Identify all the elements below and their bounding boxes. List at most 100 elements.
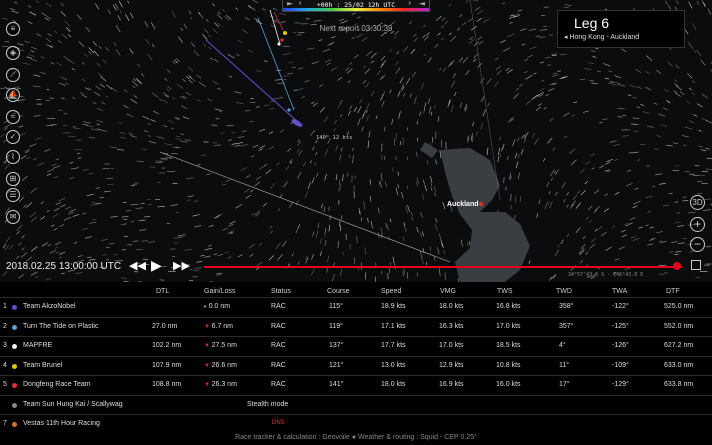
ranking-table: DTL Gain/Loss Status Course Speed VMG TWS TWD TW… bbox=[0, 282, 712, 445]
cell-course: 119° bbox=[329, 322, 343, 330]
skip-end-icon[interactable]: ⇥ bbox=[419, 0, 425, 8]
cell-dtf: 552.0 nm bbox=[664, 322, 694, 330]
table-row[interactable]: Team Sun Hung Kai / Scallywag Stealth mod… bbox=[0, 394, 712, 415]
step-forward-icon[interactable]: › bbox=[409, 0, 411, 7]
table-row[interactable]: 4 Team Brunel 107.9 nm ▼ 26.6 nm RAC 121° 13.0… bbox=[0, 355, 712, 376]
table-row[interactable]: 3 MAPFRE 102.2 nm ▼ 27.5 nm RAC 137° 17.7 kts 1… bbox=[0, 336, 712, 356]
cell-speed: 17.7 kts bbox=[381, 342, 406, 349]
zoom-in-icon[interactable]: + bbox=[690, 217, 705, 232]
mail-icon[interactable]: ✉ bbox=[6, 210, 20, 224]
boat-akzonobel[interactable] bbox=[291, 118, 304, 128]
cell-vmg: 16.3 kts bbox=[439, 322, 464, 330]
team-color-dot bbox=[12, 305, 17, 310]
team-name[interactable]: Vestas 11th Hour Racing bbox=[23, 420, 100, 427]
column-header-dtl[interactable]: DTL bbox=[156, 288, 169, 295]
team-name[interactable]: Dongfeng Race Team bbox=[23, 381, 91, 388]
boat-brunel[interactable] bbox=[283, 31, 287, 35]
fullscreen-icon[interactable] bbox=[691, 260, 701, 270]
cell-twd: 357° bbox=[559, 322, 574, 330]
cell-vmg: 17.0 kts bbox=[439, 342, 464, 349]
column-header-tws[interactable]: TWS bbox=[497, 288, 513, 295]
gain-loss-value: 26.6 nm bbox=[211, 361, 237, 369]
cell-twa: -122° bbox=[612, 303, 629, 310]
rank-number: 4 bbox=[3, 361, 7, 369]
column-header-twa[interactable]: TWA bbox=[612, 288, 627, 295]
team-color-dot bbox=[12, 324, 17, 330]
table-row[interactable]: 7 Vestas 11th Hour Racing DNS bbox=[0, 414, 712, 434]
column-header-dtf[interactable]: DTF bbox=[666, 288, 680, 295]
cell-tws: 10.8 kts bbox=[496, 361, 521, 369]
cell-gain-loss: ▼ 26.6 nm bbox=[204, 362, 237, 369]
cell-speed: 17.1 kts bbox=[381, 322, 406, 330]
table-row[interactable]: 2 Turn The Tide on Plastic 27.0 nm ▼ 6.7 nm… bbox=[0, 316, 712, 337]
cell-twd: 4° bbox=[559, 342, 566, 349]
stealth-mode-status: Stealth mode bbox=[247, 400, 289, 408]
rank-number: 5 bbox=[3, 381, 7, 388]
team-name[interactable]: MAPFRE bbox=[23, 342, 52, 349]
cell-status: RAC bbox=[271, 303, 286, 310]
playback-slider[interactable] bbox=[204, 266, 682, 268]
next-report-label: Next report 03:30:39 bbox=[319, 24, 393, 33]
forecast-time-bar[interactable]: ⇤ ‹ +00h : 25/02 12h UTC › ⇥ bbox=[282, 0, 430, 12]
boat-turnthetide[interactable] bbox=[287, 108, 291, 112]
column-header-twd[interactable]: TWD bbox=[556, 288, 572, 295]
ranking-icon[interactable]: ≡ bbox=[6, 22, 20, 36]
play-icon[interactable]: ▶ bbox=[151, 257, 162, 274]
menu-icon[interactable]: ☰ bbox=[6, 188, 20, 202]
gain-loss-value: 6.7 nm bbox=[211, 322, 234, 330]
team-name[interactable]: Team AkzoNobel bbox=[23, 303, 76, 310]
race-map[interactable]: ⇤ ‹ +00h : 25/02 12h UTC › ⇥ Next report… bbox=[0, 0, 712, 282]
boat-track-akzonobel bbox=[205, 39, 299, 123]
fast-forward-icon[interactable]: ▶▶ bbox=[173, 259, 190, 272]
cell-dtl: 27.0 nm bbox=[152, 322, 178, 330]
cell-tws: 16.0 kts bbox=[496, 381, 521, 388]
rank-number: 2 bbox=[3, 322, 7, 330]
team-name[interactable]: Turn The Tide on Plastic bbox=[23, 323, 98, 330]
rank-number: 1 bbox=[3, 303, 7, 310]
leg-info-panel[interactable]: Leg 6 ◂ Hong Kong - Auckland bbox=[557, 10, 685, 48]
column-header-vmg[interactable]: VMG bbox=[440, 288, 456, 295]
cell-dtl: 102.2 nm bbox=[152, 342, 182, 349]
column-header-status[interactable]: Status bbox=[271, 288, 291, 295]
table-row[interactable]: 5 Dongfeng Race Team 108.8 nm ▼ 26.3 nm RAC 1… bbox=[0, 375, 712, 395]
footer-credits: Race tracker & calculation : Geovoile ● … bbox=[235, 434, 477, 441]
team-name[interactable]: Team Brunel bbox=[23, 362, 62, 369]
leg-title: Leg 6 bbox=[574, 15, 610, 31]
chart-icon[interactable]: ⌇ bbox=[6, 150, 20, 164]
cell-twd: 11° bbox=[559, 361, 570, 369]
cell-dtl: 108.8 nm bbox=[152, 381, 182, 388]
playback-datetime: 2018.02.25 13:00:00 UTC bbox=[6, 261, 122, 272]
loss-arrow-icon: ▼ bbox=[204, 362, 212, 369]
cell-gain-loss: ▼ 27.5 nm bbox=[204, 342, 237, 349]
loss-arrow-icon: ▼ bbox=[204, 382, 212, 388]
wind-icon[interactable]: ≈ bbox=[6, 110, 20, 124]
cell-tws: 16.8 kts bbox=[496, 303, 521, 310]
team-color-dot bbox=[12, 383, 17, 388]
cell-status: RAC bbox=[271, 322, 286, 330]
check-icon[interactable]: ✓ bbox=[6, 130, 20, 144]
column-header-gain-loss[interactable]: Gain/Loss bbox=[204, 288, 236, 295]
grid-icon[interactable]: ⊞ bbox=[6, 172, 20, 186]
team-color-dot bbox=[12, 402, 17, 408]
boat-icon[interactable]: ⛵ bbox=[6, 88, 20, 102]
boat-dongfeng[interactable] bbox=[280, 38, 284, 42]
cell-vmg: 12.9 kts bbox=[439, 361, 464, 369]
cell-speed: 18.0 kts bbox=[381, 381, 406, 388]
team-name[interactable]: Team Sun Hung Kai / Scallywag bbox=[23, 401, 123, 408]
layers-icon[interactable]: ◈ bbox=[6, 46, 20, 60]
cell-course: 137° bbox=[329, 342, 344, 349]
cell-gain-loss: ▼ 26.3 nm bbox=[204, 381, 237, 388]
team-color-dot bbox=[12, 422, 17, 427]
cell-dtf: 525.0 nm bbox=[664, 303, 694, 310]
auckland-marker[interactable] bbox=[479, 202, 483, 206]
column-header-course[interactable]: Course bbox=[327, 288, 350, 295]
cell-gain-loss: ▼ 6.7 nm bbox=[204, 323, 233, 330]
zoom-out-icon[interactable]: − bbox=[690, 237, 705, 252]
column-header-speed[interactable]: Speed bbox=[381, 288, 401, 295]
table-row[interactable]: 1 Team AkzoNobel ▸ 0.0 nm RAC 115° 18.9 kts 18… bbox=[0, 297, 712, 317]
rewind-icon[interactable]: ◀◀ bbox=[129, 259, 146, 272]
cell-dtf: 633.0 nm bbox=[664, 361, 694, 369]
boat-mapfre[interactable] bbox=[277, 42, 281, 46]
measure-icon[interactable]: ⟋ bbox=[6, 68, 20, 82]
view-3d-icon[interactable]: 3D bbox=[690, 195, 705, 210]
